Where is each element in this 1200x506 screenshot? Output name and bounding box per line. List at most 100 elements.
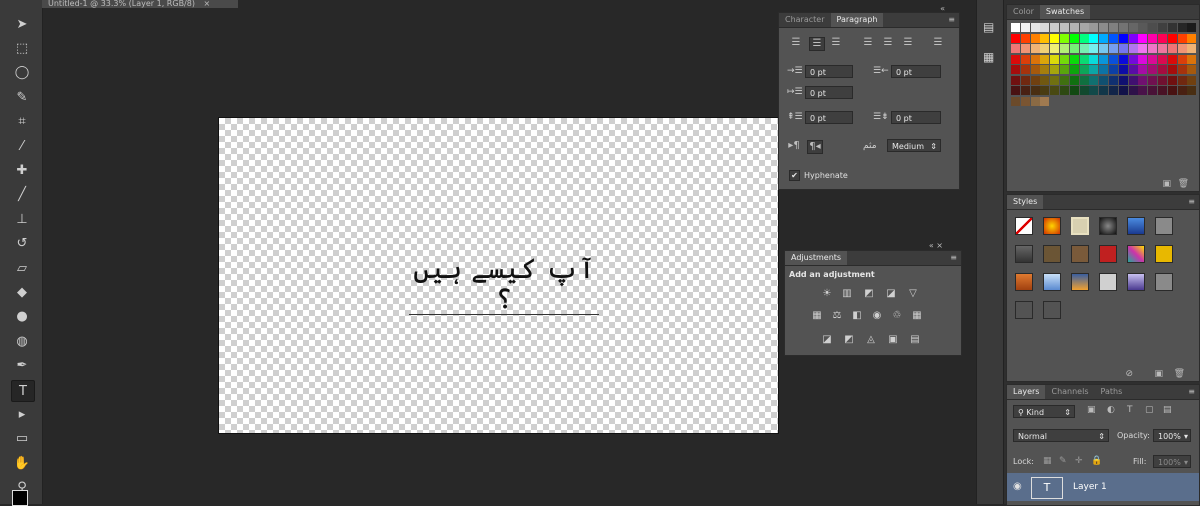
invert-icon[interactable]: ◪	[821, 335, 833, 345]
swatch-cell[interactable]	[1020, 75, 1030, 85]
swatch-cell[interactable]	[1109, 23, 1118, 32]
swatch-cell[interactable]	[1158, 44, 1167, 53]
swatch-cell[interactable]	[1030, 54, 1040, 64]
swatch-cell[interactable]	[1079, 65, 1089, 74]
swatch-cell[interactable]	[1060, 65, 1069, 74]
swatch-cell[interactable]	[1128, 65, 1138, 74]
lasso-tool-icon[interactable]: ◯	[11, 63, 33, 83]
clone-stamp-tool-icon[interactable]: ⊥	[11, 209, 33, 229]
swatch-cell[interactable]	[1177, 33, 1187, 43]
swatch-cell[interactable]	[1138, 23, 1148, 32]
swatch-cell[interactable]	[1020, 86, 1030, 95]
black-white-icon[interactable]: ◧	[851, 311, 863, 321]
swatch-cell[interactable]	[1128, 86, 1138, 95]
swatch-cell[interactable]	[1099, 86, 1109, 95]
swatch-cell[interactable]	[1128, 54, 1138, 64]
swatch-cell[interactable]	[1050, 75, 1060, 85]
swatch-cell[interactable]	[1118, 65, 1128, 74]
space-after-field[interactable]: 0 pt	[891, 111, 941, 124]
swatch-cell[interactable]	[1040, 86, 1050, 95]
swatch-cell[interactable]	[1060, 75, 1069, 85]
swatch-cell[interactable]	[1030, 96, 1040, 106]
style-preset[interactable]	[1155, 273, 1173, 291]
lock-paint-icon[interactable]: ✎	[1059, 456, 1067, 466]
swatch-cell[interactable]	[1020, 54, 1030, 64]
style-preset[interactable]	[1043, 245, 1061, 263]
space-before-field[interactable]: 0 pt	[805, 111, 853, 124]
close-icon[interactable]: ×	[204, 0, 211, 8]
rectangle-tool-icon[interactable]: ▭	[11, 429, 33, 449]
swatch-cell[interactable]	[1158, 86, 1167, 95]
document-tab[interactable]: Untitled-1 @ 33.3% (Layer 1, RGB/8) ×	[42, 0, 238, 8]
swatch-cell[interactable]	[1118, 44, 1128, 53]
swatch-cell[interactable]	[1060, 33, 1069, 43]
swatch-cell[interactable]	[1089, 54, 1099, 64]
lock-pixels-icon[interactable]: ▦	[1043, 456, 1052, 466]
swatch-cell[interactable]	[1011, 44, 1020, 53]
tab-character[interactable]: Character	[779, 13, 831, 27]
clear-style-icon[interactable]: ⊘	[1125, 369, 1133, 379]
blur-tool-icon[interactable]: ●	[11, 307, 33, 327]
exposure-icon[interactable]: ◪	[885, 289, 897, 299]
swatch-cell[interactable]	[1138, 44, 1148, 53]
swatch-cell[interactable]	[1118, 54, 1128, 64]
swatch-cell[interactable]	[1011, 96, 1020, 106]
swatch-cell[interactable]	[1040, 75, 1050, 85]
panel-menu-icon[interactable]: ≡	[950, 253, 957, 262]
style-preset[interactable]	[1015, 273, 1033, 291]
swatch-cell[interactable]	[1148, 33, 1158, 43]
curves-icon[interactable]: ◩	[863, 289, 875, 299]
eraser-tool-icon[interactable]: ▱	[11, 258, 33, 278]
properties-panel-icon[interactable]: ▦	[983, 50, 994, 64]
style-preset[interactable]	[1155, 217, 1173, 235]
swatch-cell[interactable]	[1187, 65, 1197, 74]
style-preset[interactable]	[1127, 273, 1145, 291]
rtl-direction-icon[interactable]: ¶◂	[807, 140, 823, 154]
style-preset[interactable]	[1015, 217, 1033, 235]
swatch-cell[interactable]	[1050, 44, 1060, 53]
swatch-cell[interactable]	[1128, 33, 1138, 43]
hand-tool-icon[interactable]: ✋	[11, 453, 33, 473]
swatch-cell[interactable]	[1128, 75, 1138, 85]
swatch-cell[interactable]	[1040, 96, 1050, 106]
layer-kind-filter[interactable]: ⚲ Kind ⇕	[1013, 405, 1075, 418]
justify-all-icon[interactable]: ☰	[931, 37, 945, 49]
swatch-cell[interactable]	[1158, 65, 1167, 74]
tab-swatches[interactable]: Swatches	[1039, 5, 1091, 19]
swatch-cell[interactable]	[1167, 33, 1177, 43]
align-left-icon[interactable]: ☰	[789, 37, 803, 49]
swatch-cell[interactable]	[1138, 75, 1148, 85]
panel-menu-icon[interactable]: ≡	[1188, 197, 1195, 206]
hyphenate-checkbox[interactable]: ✔	[789, 170, 800, 181]
hue-saturation-icon[interactable]: ▦	[811, 311, 823, 321]
path-selection-tool-icon[interactable]: ▸	[11, 404, 33, 424]
style-preset[interactable]	[1015, 301, 1033, 319]
swatch-cell[interactable]	[1148, 44, 1158, 53]
style-preset[interactable]	[1071, 245, 1089, 263]
swatch-cell[interactable]	[1030, 86, 1040, 95]
ltr-direction-icon[interactable]: ▸¶	[787, 140, 801, 152]
swatch-cell[interactable]	[1069, 44, 1079, 53]
document-canvas[interactable]: آپ کیسے ہیں ؟	[219, 118, 778, 433]
swatch-cell[interactable]	[1177, 23, 1187, 32]
swatch-grid[interactable]	[1007, 19, 1199, 109]
swatch-cell[interactable]	[1089, 75, 1099, 85]
swatch-cell[interactable]	[1099, 23, 1109, 32]
swatch-cell[interactable]	[1079, 33, 1089, 43]
swatch-cell[interactable]	[1040, 44, 1050, 53]
chevron-down-icon[interactable]: ▾	[1184, 430, 1188, 443]
swatch-cell[interactable]	[1089, 86, 1099, 95]
tab-styles[interactable]: Styles	[1007, 195, 1044, 209]
channel-mixer-icon[interactable]: ♲	[891, 311, 903, 321]
swatch-cell[interactable]	[1069, 33, 1079, 43]
filter-type-icon[interactable]: T	[1127, 405, 1133, 415]
visibility-eye-icon[interactable]: ◉	[1013, 481, 1022, 492]
swatch-cell[interactable]	[1109, 86, 1118, 95]
color-balance-icon[interactable]: ⚖	[831, 311, 843, 321]
swatch-cell[interactable]	[1167, 65, 1177, 74]
swatch-cell[interactable]	[1011, 23, 1020, 32]
style-preset[interactable]	[1099, 273, 1117, 291]
swatch-cell[interactable]	[1109, 54, 1118, 64]
swatch-cell[interactable]	[1177, 75, 1187, 85]
tab-paths[interactable]: Paths	[1095, 385, 1129, 399]
